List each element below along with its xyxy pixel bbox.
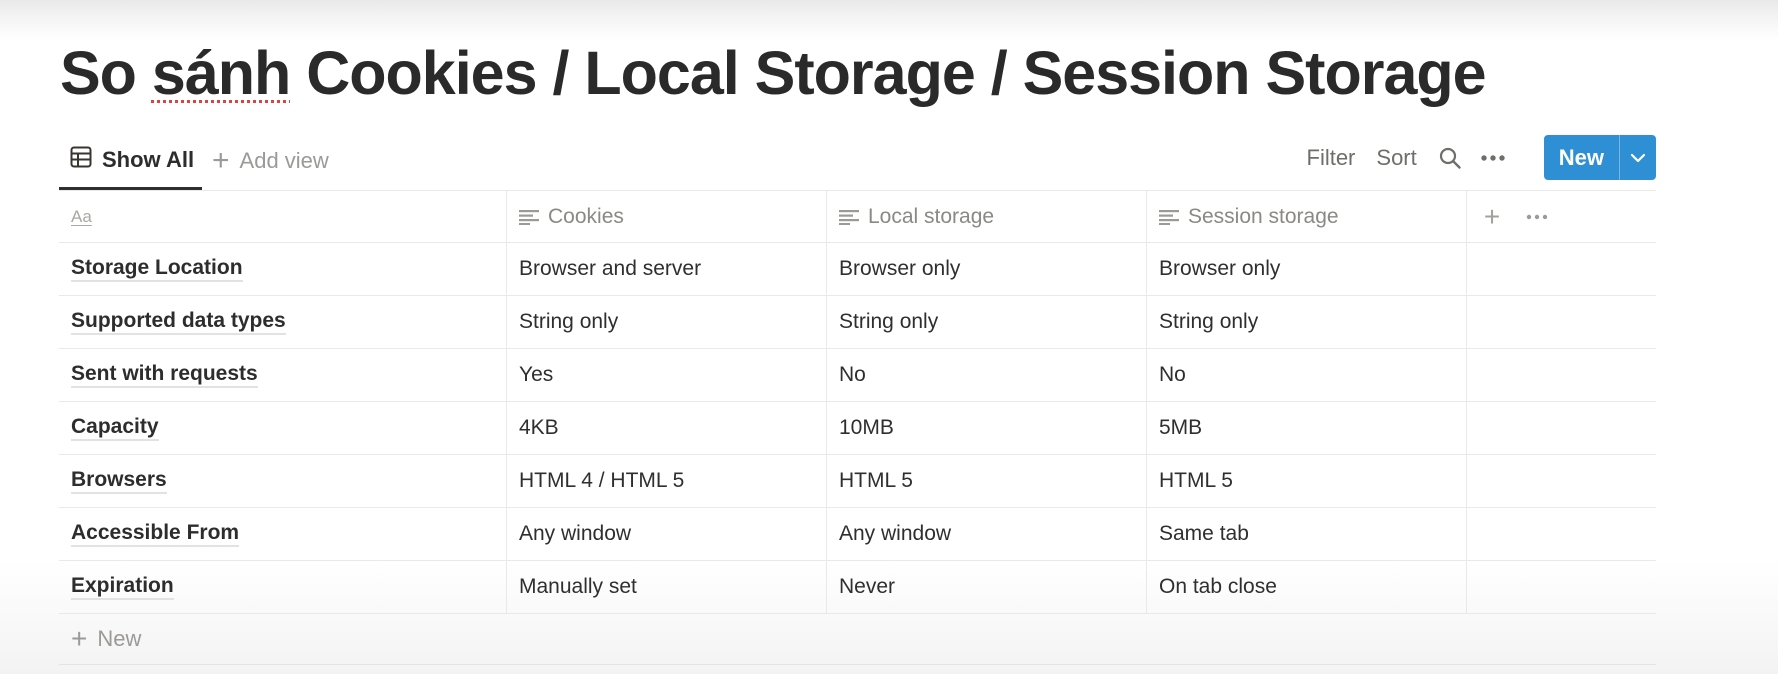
table-row[interactable]: Capacity 4KB 10MB 5MB xyxy=(59,402,1656,455)
column-header-label: Local storage xyxy=(868,204,995,228)
database-table: Aa Cookies Local storage Session storage… xyxy=(59,190,1656,665)
cell-session-storage[interactable]: 5MB xyxy=(1147,402,1467,454)
add-row-button[interactable]: + New xyxy=(59,614,1656,665)
column-header-label: Session storage xyxy=(1188,204,1339,228)
cell-local-storage[interactable]: No xyxy=(827,349,1147,401)
table-row[interactable]: Expiration Manually set Never On tab clo… xyxy=(59,561,1656,614)
cell-local-storage[interactable]: 10MB xyxy=(827,402,1147,454)
cell-empty xyxy=(1467,349,1656,401)
text-type-icon: Aa xyxy=(71,206,92,226)
cell-cookies[interactable]: String only xyxy=(507,296,827,348)
toolbar: Filter Sort New xyxy=(1307,135,1656,180)
tab-show-all-label: Show All xyxy=(102,146,195,172)
cell-session-storage[interactable]: HTML 5 xyxy=(1147,455,1467,507)
add-view-button[interactable]: + Add view xyxy=(212,132,329,190)
text-lines-icon xyxy=(519,209,539,225)
table-icon xyxy=(70,146,92,173)
page-title-end: Cookies / Local Storage / Session Storag… xyxy=(290,39,1486,107)
cell-empty xyxy=(1467,455,1656,507)
row-title-text: Storage Location xyxy=(71,256,243,282)
table-row[interactable]: Browsers HTML 4 / HTML 5 HTML 5 HTML 5 xyxy=(59,455,1656,508)
table-row[interactable]: Accessible From Any window Any window Sa… xyxy=(59,508,1656,561)
cell-local-storage[interactable]: HTML 5 xyxy=(827,455,1147,507)
tab-show-all[interactable]: Show All xyxy=(59,132,202,190)
add-row-label: New xyxy=(97,626,142,651)
table-header-row: Aa Cookies Local storage Session storage… xyxy=(59,190,1656,243)
cell-session-storage[interactable]: On tab close xyxy=(1147,561,1467,613)
cell-cookies[interactable]: Browser and server xyxy=(507,243,827,295)
column-header-actions: + xyxy=(1467,191,1656,242)
row-title[interactable]: Supported data types xyxy=(59,296,507,348)
cell-session-storage[interactable]: No xyxy=(1147,349,1467,401)
text-lines-icon xyxy=(839,209,859,225)
more-horizontal-icon[interactable] xyxy=(1480,154,1506,162)
column-header-cookies[interactable]: Cookies xyxy=(507,191,827,242)
cell-cookies[interactable]: 4KB xyxy=(507,402,827,454)
cell-cookies[interactable]: HTML 4 / HTML 5 xyxy=(507,455,827,507)
plus-icon: + xyxy=(71,623,88,654)
row-title[interactable]: Capacity xyxy=(59,402,507,454)
column-header-label: Cookies xyxy=(548,204,624,228)
text-lines-icon xyxy=(1159,209,1179,225)
cell-cookies[interactable]: Manually set xyxy=(507,561,827,613)
cell-session-storage[interactable]: Same tab xyxy=(1147,508,1467,560)
table-row[interactable]: Supported data types String only String … xyxy=(59,296,1656,349)
new-button-group: New xyxy=(1543,135,1656,180)
page-title-misspelled-word: sánh xyxy=(151,39,291,107)
row-title[interactable]: Browsers xyxy=(59,455,507,507)
cell-cookies[interactable]: Yes xyxy=(507,349,827,401)
table-row[interactable]: Storage Location Browser and server Brow… xyxy=(59,243,1656,296)
column-header-local-storage[interactable]: Local storage xyxy=(827,191,1147,242)
cell-empty xyxy=(1467,508,1656,560)
row-title[interactable]: Expiration xyxy=(59,561,507,613)
cell-local-storage[interactable]: Never xyxy=(827,561,1147,613)
row-title-text: Supported data types xyxy=(71,309,286,335)
chevron-down-icon[interactable] xyxy=(1619,135,1656,180)
add-column-button[interactable]: + xyxy=(1467,191,1517,242)
row-title[interactable]: Sent with requests xyxy=(59,349,507,401)
view-bar: Show All + Add view Filter Sort New xyxy=(59,132,1656,190)
row-title-text: Accessible From xyxy=(71,521,240,547)
add-view-label: Add view xyxy=(239,148,329,173)
row-title[interactable]: Storage Location xyxy=(59,243,507,295)
row-title-text: Sent with requests xyxy=(71,362,258,388)
cell-empty xyxy=(1467,296,1656,348)
column-header-session-storage[interactable]: Session storage xyxy=(1147,191,1467,242)
table-row[interactable]: Sent with requests Yes No No xyxy=(59,349,1656,402)
cell-empty xyxy=(1467,561,1656,613)
row-title-text: Expiration xyxy=(71,574,174,600)
cell-empty xyxy=(1467,402,1656,454)
cell-local-storage[interactable]: String only xyxy=(827,296,1147,348)
page-title: So sánh Cookies / Local Storage / Sessio… xyxy=(60,28,1487,118)
search-icon[interactable] xyxy=(1438,146,1462,170)
page-title-start: So xyxy=(60,39,152,107)
column-header-name[interactable]: Aa xyxy=(59,191,507,242)
cell-empty xyxy=(1467,243,1656,295)
cell-local-storage[interactable]: Any window xyxy=(827,508,1147,560)
plus-icon: + xyxy=(212,144,230,177)
filter-button[interactable]: Filter xyxy=(1307,145,1356,171)
row-title[interactable]: Accessible From xyxy=(59,508,507,560)
new-button[interactable]: New xyxy=(1544,135,1619,180)
row-title-text: Browsers xyxy=(71,468,167,494)
cell-cookies[interactable]: Any window xyxy=(507,508,827,560)
more-horizontal-icon[interactable] xyxy=(1517,191,1557,242)
sort-button[interactable]: Sort xyxy=(1376,145,1416,171)
cell-session-storage[interactable]: Browser only xyxy=(1147,243,1467,295)
cell-local-storage[interactable]: Browser only xyxy=(827,243,1147,295)
cell-session-storage[interactable]: String only xyxy=(1147,296,1467,348)
row-title-text: Capacity xyxy=(71,415,159,441)
